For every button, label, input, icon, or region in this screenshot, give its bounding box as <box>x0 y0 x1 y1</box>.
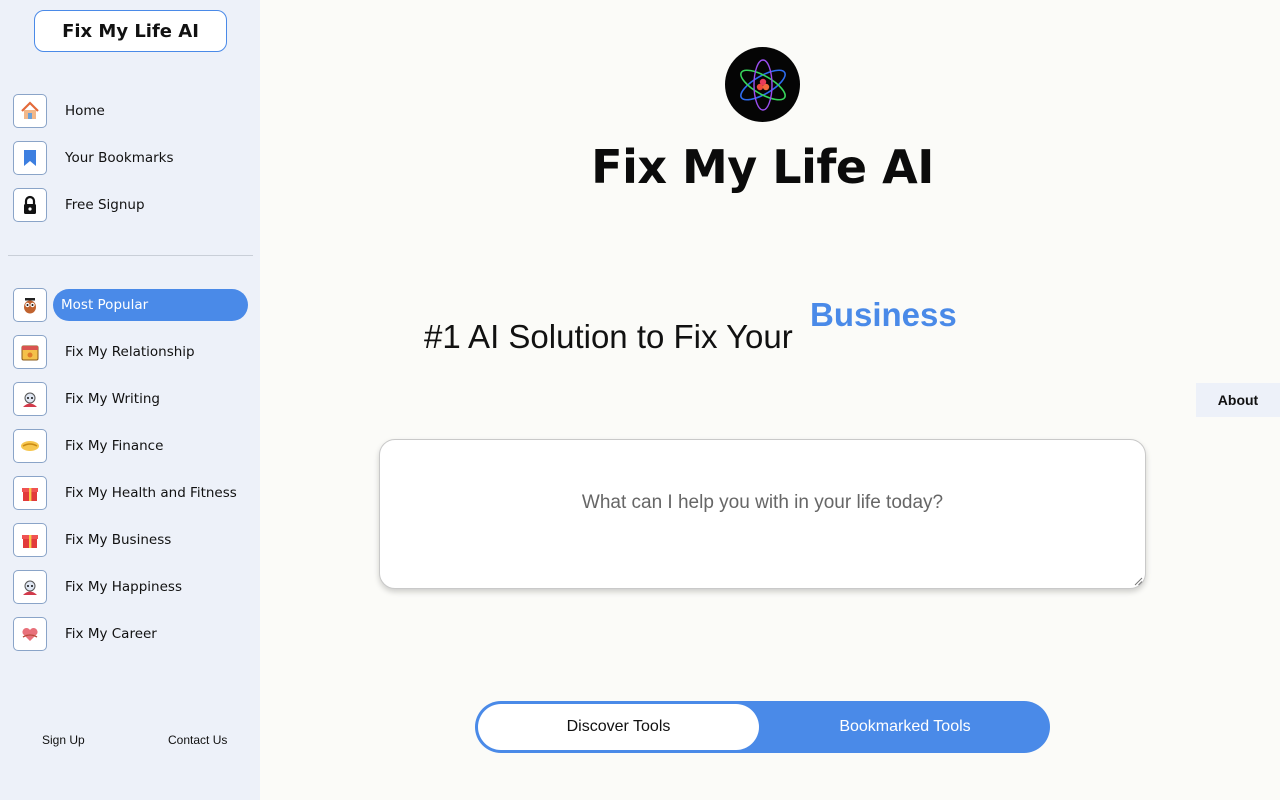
handshake-icon <box>13 429 47 463</box>
about-button[interactable]: About <box>1196 383 1280 417</box>
sidebar-item-label: Fix My Business <box>65 532 172 548</box>
robot-icon <box>13 382 47 416</box>
brand-button[interactable]: Fix My Life AI <box>34 10 227 52</box>
sidebar-item-label: Fix My Writing <box>65 391 160 407</box>
sidebar-item-fix-my-finance[interactable]: Fix My Finance <box>13 429 253 463</box>
sidebar-item-most-popular[interactable]: Most Popular <box>13 288 253 322</box>
sidebar-item-label: Fix My Happiness <box>65 579 182 595</box>
sidebar-item-fix-my-relationship[interactable]: Fix My Relationship <box>13 335 253 369</box>
sidebar-divider <box>8 255 253 256</box>
page-title: Fix My Life AI <box>591 140 934 194</box>
sign-up-link[interactable]: Sign Up <box>42 733 85 747</box>
sidebar: Fix My Life AI Home Your Bookmarks Free … <box>0 0 260 800</box>
sidebar-item-fix-my-health-and-fitness[interactable]: Fix My Health and Fitness <box>13 476 253 510</box>
sidebar-item-home[interactable]: Home <box>13 94 253 128</box>
sidebar-item-bookmarks[interactable]: Your Bookmarks <box>13 141 253 175</box>
bookmark-icon <box>13 141 47 175</box>
sidebar-item-label: Fix My Career <box>65 626 157 642</box>
sidebar-item-free-signup[interactable]: Free Signup <box>13 188 253 222</box>
sidebar-item-fix-my-career[interactable]: Fix My Career <box>13 617 253 651</box>
tools-toggle: Discover Tools Bookmarked Tools <box>475 701 1050 753</box>
discover-tools-tab[interactable]: Discover Tools <box>478 704 759 750</box>
sidebar-item-label: Free Signup <box>65 197 145 213</box>
house-icon <box>13 94 47 128</box>
resize-grip-icon[interactable] <box>1134 577 1143 586</box>
sidebar-item-label: Your Bookmarks <box>65 150 174 166</box>
calendar-icon <box>13 335 47 369</box>
bookmarked-tools-tab[interactable]: Bookmarked Tools <box>763 704 1047 750</box>
gift-icon <box>13 523 47 557</box>
tagline: #1 AI Solution to Fix Your <box>424 318 793 355</box>
heart-hands-icon <box>13 617 47 651</box>
rotating-word: Business <box>810 296 957 333</box>
robot-icon <box>13 570 47 604</box>
owl-icon <box>13 288 47 322</box>
prompt-box <box>379 439 1146 589</box>
lock-icon <box>13 188 47 222</box>
sidebar-item-fix-my-happiness[interactable]: Fix My Happiness <box>13 570 253 604</box>
contact-us-link[interactable]: Contact Us <box>168 733 227 747</box>
prompt-input[interactable] <box>380 440 1145 588</box>
sidebar-item-label: Fix My Finance <box>65 438 164 454</box>
atom-logo <box>725 47 800 122</box>
sidebar-item-label: Home <box>65 103 105 119</box>
sidebar-item-fix-my-writing[interactable]: Fix My Writing <box>13 382 253 416</box>
gift-icon <box>13 476 47 510</box>
sidebar-item-label: Most Popular <box>53 289 248 321</box>
sidebar-item-label: Fix My Relationship <box>65 344 195 360</box>
sidebar-item-label: Fix My Health and Fitness <box>65 485 237 501</box>
sidebar-item-fix-my-business[interactable]: Fix My Business <box>13 523 253 557</box>
